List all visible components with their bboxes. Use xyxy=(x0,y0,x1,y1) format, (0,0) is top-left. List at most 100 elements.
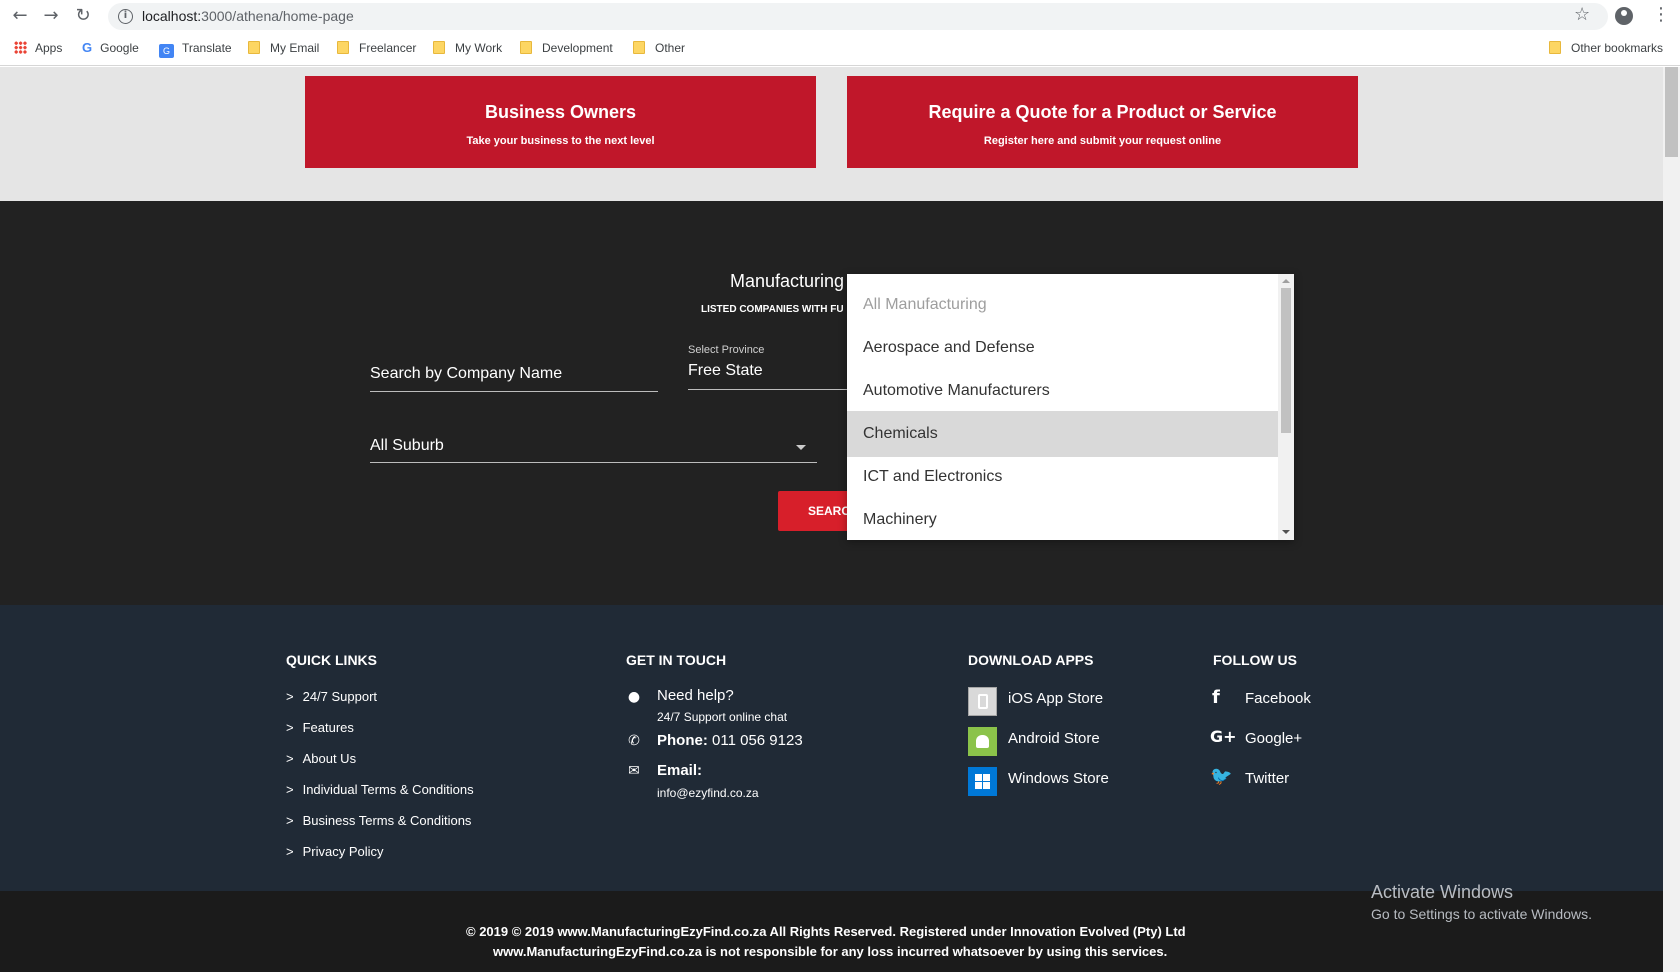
quick-link[interactable]: > Individual Terms & Conditions xyxy=(286,782,474,797)
province-label: Select Province xyxy=(688,344,765,356)
bookmark-other[interactable]: Other xyxy=(633,39,685,57)
bookmark-freelancer[interactable]: Freelancer xyxy=(337,39,416,57)
account-icon[interactable] xyxy=(1615,7,1633,25)
dropdown-option[interactable]: Automotive Manufacturers xyxy=(847,368,1278,414)
page-scroll-thumb[interactable] xyxy=(1665,67,1678,157)
twitter-link[interactable]: Twitter xyxy=(1245,770,1289,787)
cta-subtitle: Register here and submit your request on… xyxy=(983,135,1222,147)
quick-link-label: Business Terms & Conditions xyxy=(302,813,472,828)
facebook-link[interactable]: Facebook xyxy=(1245,690,1311,707)
google-plus-icon[interactable]: G+ xyxy=(1210,727,1237,749)
android-icon[interactable] xyxy=(968,727,997,756)
copyright-line: © 2019 © 2019 www.ManufacturingEzyFind.c… xyxy=(466,924,1186,939)
activate-windows-watermark: Activate Windows Go to Settings to activ… xyxy=(1371,882,1592,922)
bookmark-my-email[interactable]: My Email xyxy=(248,39,319,57)
download-apps-heading: DOWNLOAD APPS xyxy=(968,652,1094,668)
url-host: localhost: xyxy=(142,8,202,24)
quick-link[interactable]: > Business Terms & Conditions xyxy=(286,813,471,828)
bookmark-development[interactable]: Development xyxy=(520,39,613,57)
province-select[interactable]: Free State xyxy=(688,362,848,390)
dropdown-option[interactable]: All Manufacturing xyxy=(847,282,1278,328)
activate-subtitle: Go to Settings to activate Windows. xyxy=(1371,906,1592,922)
quick-link-label: Individual Terms & Conditions xyxy=(302,782,474,797)
back-icon[interactable]: ← xyxy=(9,5,31,27)
android-store-link[interactable]: Android Store xyxy=(1008,730,1100,747)
help-subtitle[interactable]: 24/7 Support online chat xyxy=(657,710,787,724)
scroll-up-icon[interactable] xyxy=(1282,279,1290,283)
page-scrollbar[interactable] xyxy=(1663,67,1680,972)
phone-value[interactable]: 011 056 9123 xyxy=(712,732,803,749)
address-row: ← → ↻ i localhost:3000/athena/home-page … xyxy=(0,0,1680,33)
dropdown-option[interactable]: Aerospace and Defense xyxy=(847,325,1278,371)
cta-subtitle: Take your business to the next level xyxy=(466,135,655,147)
phone-shape-icon xyxy=(978,694,988,709)
menu-icon[interactable]: ⋮ xyxy=(1652,4,1670,25)
bookmark-my-work[interactable]: My Work xyxy=(433,39,502,57)
dropdown-scrollbar[interactable] xyxy=(1278,274,1294,540)
quick-link[interactable]: > About Us xyxy=(286,751,356,766)
reload-icon[interactable]: ↻ xyxy=(72,5,94,27)
bookmark-label: My Work xyxy=(455,41,503,55)
help-title: Need help? xyxy=(657,687,734,704)
google-plus-link[interactable]: Google+ xyxy=(1245,730,1302,747)
dropdown-option-selected[interactable]: Chemicals xyxy=(847,411,1278,457)
email-label-text: Email: xyxy=(657,762,703,779)
forward-icon[interactable]: → xyxy=(40,5,62,27)
suburb-value: All Suburb xyxy=(370,437,444,454)
info-icon[interactable]: i xyxy=(118,9,133,24)
dropdown-scroll-thumb[interactable] xyxy=(1281,288,1291,433)
ios-store-link[interactable]: iOS App Store xyxy=(1008,690,1103,707)
suburb-select[interactable]: All Suburb xyxy=(370,433,817,463)
windows-pane-icon xyxy=(975,774,982,781)
quick-link-label: About Us xyxy=(302,751,357,766)
chevron-right-icon: > xyxy=(286,751,294,766)
email-value[interactable]: info@ezyfind.co.za xyxy=(657,786,759,800)
folder-icon xyxy=(248,41,260,54)
quick-link[interactable]: >24/7 Support xyxy=(286,689,377,704)
bookmarks-bar: Apps G Google G Translate My Email Freelan… xyxy=(0,35,1680,61)
address-bar[interactable]: i localhost:3000/athena/home-page xyxy=(108,3,1608,30)
bookmark-google[interactable]: G Google xyxy=(82,39,139,57)
bookmark-label: Development xyxy=(542,41,613,55)
cta-title: Require a Quote for a Product or Service xyxy=(928,102,1277,122)
company-name-input[interactable]: Search by Company Name xyxy=(370,361,658,392)
dropdown-option[interactable]: ICT and Electronics xyxy=(847,454,1278,500)
scroll-down-icon[interactable] xyxy=(1282,530,1290,534)
quick-link[interactable]: > Privacy Policy xyxy=(286,844,384,859)
page-viewport: Business Owners Take your business to th… xyxy=(0,67,1680,972)
industry-dropdown[interactable]: All Manufacturing Aerospace and Defense … xyxy=(847,274,1294,540)
bookmark-star-icon[interactable]: ☆ xyxy=(1574,4,1590,25)
translate-icon: G xyxy=(159,44,174,58)
business-owners-cta[interactable]: Business Owners Take your business to th… xyxy=(305,76,816,168)
get-in-touch-heading: GET IN TOUCH xyxy=(626,652,727,668)
windows-icon[interactable] xyxy=(968,767,997,796)
bookmark-label: Other bookmarks xyxy=(1571,41,1664,55)
bookmark-other-bookmarks[interactable]: Other bookmarks xyxy=(1549,39,1663,57)
bookmark-label: Freelancer xyxy=(359,41,417,55)
quick-links-heading: QUICK LINKS xyxy=(286,652,377,668)
twitter-icon[interactable]: 🐦 xyxy=(1210,766,1232,788)
request-quote-cta[interactable]: Require a Quote for a Product or Service… xyxy=(847,76,1358,168)
ios-app-icon[interactable] xyxy=(968,687,997,716)
phone-line: Phone: 011 056 9123 xyxy=(657,732,803,749)
chevron-right-icon: > xyxy=(286,720,294,735)
android-robot-icon xyxy=(976,735,989,748)
apps-grid-icon xyxy=(14,41,27,54)
quick-link[interactable]: > Features xyxy=(286,720,354,735)
bookmark-translate[interactable]: G Translate xyxy=(159,39,232,58)
folder-icon xyxy=(633,41,645,54)
bookmark-label: Translate xyxy=(182,41,232,55)
phone-icon: ✆ xyxy=(628,733,640,749)
bookmark-label: My Email xyxy=(270,41,320,55)
cta-section: Business Owners Take your business to th… xyxy=(0,67,1663,201)
facebook-icon[interactable]: f xyxy=(1212,687,1234,709)
dropdown-option[interactable]: Machinery xyxy=(847,497,1278,540)
browser-chrome: ← → ↻ i localhost:3000/athena/home-page … xyxy=(0,0,1680,66)
email-label: Email: xyxy=(657,762,702,779)
folder-icon xyxy=(337,41,349,54)
bookmark-apps[interactable]: Apps xyxy=(14,39,62,57)
chevron-right-icon: > xyxy=(286,844,294,859)
windows-store-link[interactable]: Windows Store xyxy=(1008,770,1109,787)
url-path: 3000/athena/home-page xyxy=(201,8,354,24)
cta-title: Business Owners xyxy=(484,102,637,122)
